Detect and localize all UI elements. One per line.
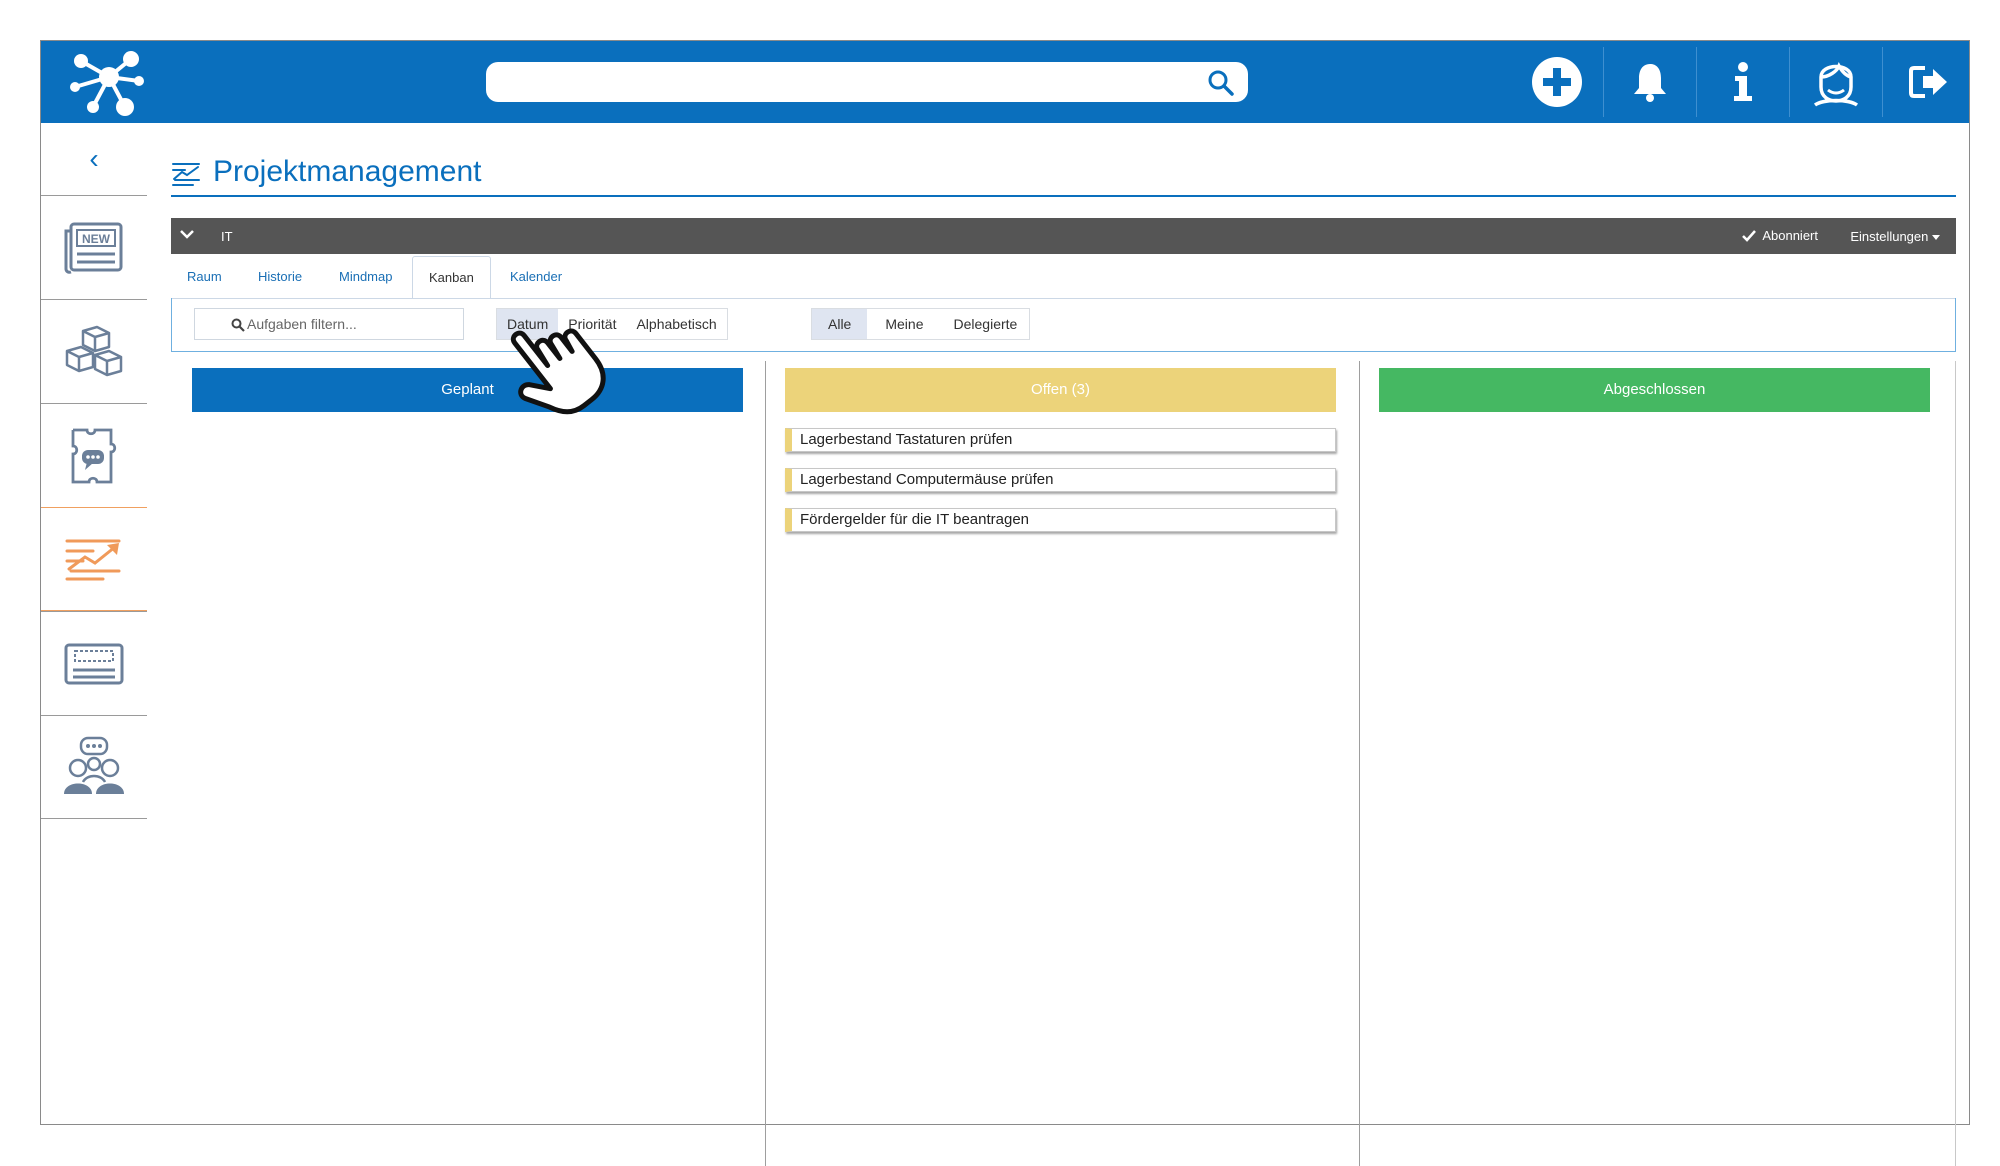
sidebar-item-community[interactable] (41, 715, 147, 819)
column-divider (1359, 361, 1360, 1166)
app-window: ‹ NEW Projektmanagement IT Abonniert Ein… (40, 40, 1970, 1166)
column-header-geplant[interactable]: Geplant (192, 368, 743, 412)
scope-meine-option[interactable]: Meine (867, 309, 941, 339)
task-card[interactable]: Fördergelder für die IT beantragen (785, 508, 1336, 532)
tab-kalender[interactable]: Kalender (494, 256, 578, 298)
settings-label: Einstellungen (1850, 229, 1929, 244)
bell-icon (1634, 64, 1666, 102)
sidebar-item-modules[interactable] (41, 299, 147, 403)
tab-label: Kalender (510, 269, 563, 284)
tab-label: Kanban (429, 270, 474, 285)
search-icon[interactable] (1206, 68, 1236, 98)
news-badge: NEW (82, 232, 111, 246)
logout-icon (1909, 66, 1947, 98)
divider (172, 298, 1955, 299)
pointing-hand-cursor-icon (510, 328, 606, 415)
subscribed-label: Abonniert (1762, 228, 1818, 243)
community-chat-icon (64, 736, 124, 794)
tab-label: Historie (258, 269, 303, 284)
add-icon (1532, 57, 1582, 107)
search-input[interactable] (486, 62, 1248, 102)
chat-puzzle-icon (71, 428, 117, 483)
cubes-icon (65, 325, 123, 376)
page-title: Projektmanagement (213, 155, 482, 188)
chevron-left-icon: ‹ (89, 143, 99, 174)
caret-down-icon (1932, 235, 1940, 240)
chevron-down-icon[interactable] (179, 226, 195, 242)
logout-button[interactable] (1883, 41, 1975, 123)
project-chart-icon (172, 163, 200, 186)
collapse-sidebar-button[interactable]: ‹ (41, 123, 147, 195)
space-name: IT (221, 229, 233, 244)
column-header-abgeschlossen[interactable]: Abgeschlossen (1379, 368, 1930, 412)
task-filter-placeholder: Aufgaben filtern... (247, 316, 357, 332)
tab-label: Raum (187, 269, 222, 284)
scope-segmented-control: Alle Meine Delegierte (811, 308, 1031, 340)
sidebar-item-discussion[interactable] (41, 403, 147, 507)
keyboard-icon (64, 643, 124, 684)
tab-mindmap[interactable]: Mindmap (323, 256, 408, 298)
checkmark-icon (1742, 229, 1757, 242)
space-bar: IT Abonniert Einstellungen (171, 218, 1956, 254)
search-icon (231, 318, 245, 332)
kanban-filter-bar: Aufgaben filtern... Datum Priorität Alph… (171, 298, 1956, 352)
task-card[interactable]: Lagerbestand Computermäuse prüfen (785, 468, 1336, 492)
info-button[interactable] (1697, 41, 1789, 123)
column-header-offen[interactable]: Offen (3) (785, 368, 1336, 412)
task-card[interactable]: Lagerbestand Tastaturen prüfen (785, 428, 1336, 452)
add-button[interactable] (1511, 41, 1603, 123)
scope-delegierte-option[interactable]: Delegierte (942, 309, 1030, 339)
page-header: Projektmanagement (171, 153, 1956, 197)
newspaper-icon: NEW (64, 222, 123, 274)
column-divider (765, 361, 766, 1166)
sidebar-item-news[interactable]: NEW (41, 195, 147, 299)
tab-label: Mindmap (339, 269, 393, 284)
notifications-button[interactable] (1604, 41, 1696, 123)
sidebar-item-keyboard[interactable] (41, 611, 147, 715)
tab-kanban[interactable]: Kanban (412, 256, 491, 299)
left-sidebar: ‹ NEW (41, 123, 147, 1126)
tab-raum[interactable]: Raum (171, 256, 238, 298)
top-bar (41, 41, 1969, 123)
kanban-board: Geplant Offen (3) Abgeschlossen Lagerbes… (171, 361, 1956, 1166)
scope-alle-option[interactable]: Alle (812, 309, 868, 339)
info-icon (1734, 62, 1752, 101)
sort-alphabetisch-option[interactable]: Alphabetisch (626, 309, 726, 339)
settings-dropdown[interactable]: Einstellungen (1850, 229, 1940, 244)
subscribed-toggle[interactable]: Abonniert (1742, 228, 1818, 243)
task-filter-input[interactable]: Aufgaben filtern... (194, 308, 464, 340)
project-chart-icon (65, 539, 121, 581)
tab-historie[interactable]: Historie (242, 256, 318, 298)
user-avatar-icon (1813, 61, 1859, 107)
profile-button[interactable] (1790, 41, 1882, 123)
network-logo-icon[interactable] (61, 47, 151, 117)
sidebar-item-projektmanagement[interactable] (41, 507, 147, 611)
column-divider (1955, 361, 1956, 1166)
space-tabs: Raum Historie Mindmap Kanban Kalender (171, 256, 1956, 299)
